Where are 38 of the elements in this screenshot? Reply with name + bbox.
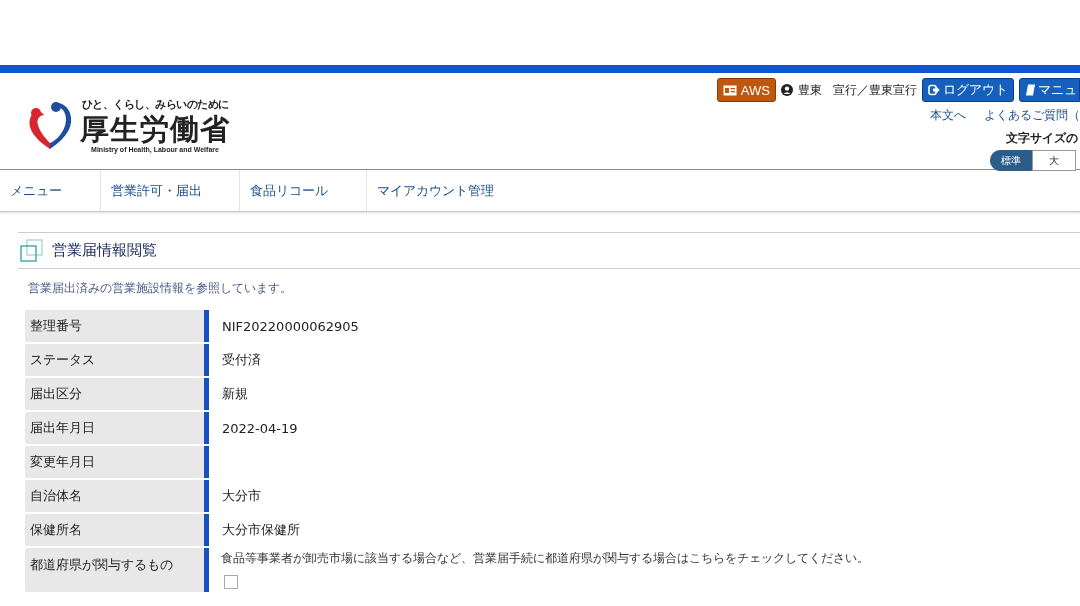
logout-button[interactable]: ログアウト xyxy=(922,78,1014,102)
manual-button[interactable]: マニュ xyxy=(1019,78,1080,102)
header-link[interactable]: 本文へ xyxy=(930,107,966,124)
page-description: 営業届出済みの営業施設情報を参照しています。 xyxy=(28,281,293,296)
field-value: 2022-04-19 xyxy=(222,420,298,436)
logo-name: 厚生労働省 xyxy=(80,112,230,146)
checkbox[interactable] xyxy=(224,575,238,589)
font-size-label: 文字サイズの xyxy=(1006,131,1078,145)
field-label: 届出区分 xyxy=(25,378,209,410)
header-link[interactable]: よくあるご質問（ xyxy=(984,107,1080,124)
nav-item[interactable]: 食品リコール xyxy=(240,170,367,211)
squares-icon xyxy=(20,238,44,263)
field-label: 届出年月日 xyxy=(25,412,209,444)
field-label: 保健所名 xyxy=(25,514,209,546)
id-card-icon xyxy=(722,84,737,96)
nav-item[interactable]: メニュー xyxy=(0,170,101,211)
user-name: 豊東 xyxy=(798,81,822,99)
field-label: 自治体名 xyxy=(25,480,209,512)
field-value: 大分市 xyxy=(222,487,261,505)
checkbox-note: 食品等事業者が卸売市場に該当する場合など、営業届手続に都道府県が関与する場合はこちらをチェックしてください。 xyxy=(221,550,869,567)
aws-button[interactable]: AWS xyxy=(716,78,776,102)
font-size-button[interactable]: 標準 xyxy=(990,150,1032,171)
sign-out-icon xyxy=(928,84,940,96)
field-label: 変更年月日 xyxy=(25,446,209,478)
field-value: 新規 xyxy=(222,385,248,403)
user-organization: 宣行／豊東宣行 xyxy=(833,81,917,99)
logo-tagline: ひと、くらし、みらいのために xyxy=(81,97,229,112)
nav-item[interactable]: マイアカウント管理 xyxy=(367,170,504,211)
field-label: ステータス xyxy=(25,344,209,376)
field-value: 受付済 xyxy=(222,351,261,369)
font-size-button[interactable]: 大 xyxy=(1032,150,1076,171)
field-label: 都道府県が関与するもの xyxy=(25,548,209,592)
field-value: NIF20220000062905 xyxy=(222,318,359,334)
user-icon xyxy=(781,84,793,96)
page-title: 営業届情報閲覧 xyxy=(52,241,157,260)
nav-item[interactable]: 営業許可・届出 xyxy=(101,170,240,211)
field-label: 整理番号 xyxy=(25,310,209,342)
field-value: 大分市保健所 xyxy=(222,521,300,539)
